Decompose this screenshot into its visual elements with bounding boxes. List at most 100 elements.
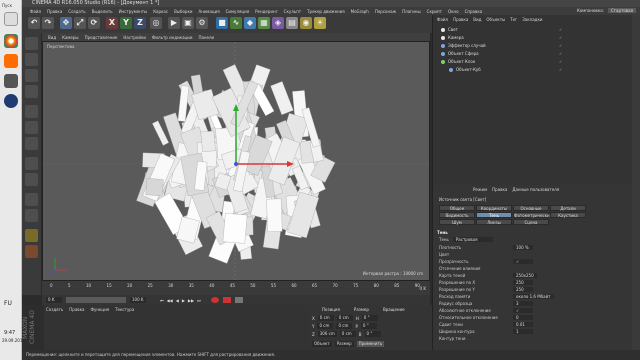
prev-frame-icon[interactable]: ◀ — [176, 298, 179, 303]
axis-x-button[interactable]: X — [106, 17, 118, 29]
array-icon[interactable]: ▦ — [258, 17, 270, 29]
viewport-menu-item[interactable]: Вид — [48, 35, 56, 40]
prev-key-icon[interactable]: ◀◀ — [167, 298, 173, 303]
app-icon-orange[interactable] — [4, 54, 18, 68]
menu-item[interactable]: Плагины — [402, 9, 421, 14]
timeline-ruler[interactable]: 0 5 10 15 20 25 30 35 40 45 50 55 60 65 70 75 80 85 90 0 K — [42, 281, 430, 295]
visibility-check-icon[interactable]: ✓ — [559, 67, 562, 72]
pos-y-field[interactable]: 0 cm — [317, 323, 334, 329]
coord-mode-select[interactable]: Объект — [312, 341, 332, 347]
rot-p-field[interactable]: 0 ° — [360, 323, 377, 329]
clone-plate[interactable] — [266, 198, 283, 233]
language-indicator[interactable]: FU — [4, 300, 12, 307]
render-settings-icon[interactable]: ⚙ — [196, 17, 208, 29]
menu-item[interactable]: Симуляция — [226, 9, 249, 14]
start-frame-field[interactable]: 0 K — [46, 297, 62, 303]
object-menu-item[interactable]: Закладки — [522, 17, 542, 22]
size-x-field[interactable]: 0 cm — [336, 315, 353, 321]
attribute-value[interactable]: 1 — [513, 329, 533, 334]
tweak-mode-icon[interactable] — [25, 173, 38, 186]
attribute-menu-item[interactable]: Данные пользователя — [512, 187, 559, 192]
scene-icon[interactable]: ▤ — [286, 17, 298, 29]
menu-item[interactable]: Анимация — [198, 9, 219, 14]
size-mode-select[interactable]: Размер — [334, 341, 354, 347]
end-frame-field[interactable]: 100 K — [130, 297, 146, 303]
clone-plate[interactable] — [145, 178, 164, 197]
attribute-tab[interactable]: Тень — [476, 212, 512, 218]
object-menu-item[interactable]: Правка — [453, 17, 468, 22]
app-icon-dark[interactable] — [4, 74, 18, 88]
points-mode-icon[interactable] — [25, 105, 38, 118]
attribute-tab[interactable]: Каустика — [550, 212, 586, 218]
object-menu-item[interactable]: Файл — [437, 17, 448, 22]
coordinate-system-icon[interactable]: ◎ — [150, 17, 162, 29]
menu-item[interactable]: Окно — [448, 9, 459, 14]
redo-icon[interactable]: ↷ — [42, 17, 54, 29]
workplane-icon[interactable] — [25, 209, 38, 222]
make-editable-icon[interactable] — [25, 37, 38, 50]
chrome-icon[interactable] — [4, 34, 18, 48]
pos-x-field[interactable]: 0 cm — [317, 315, 334, 321]
menu-item[interactable]: Справка — [465, 9, 483, 14]
attribute-tab[interactable]: Детали — [550, 205, 586, 211]
record-icon[interactable] — [210, 297, 219, 303]
axis-y-button[interactable]: Y — [120, 17, 132, 29]
object-row[interactable]: Эффектор случай ✓ — [441, 43, 562, 48]
material-menu-item[interactable]: Функция — [91, 307, 110, 312]
attribute-value[interactable]: 250 — [513, 280, 533, 285]
rot-b-field[interactable]: 0 ° — [364, 331, 381, 337]
attribute-menu-item[interactable]: Правка — [492, 187, 507, 192]
attribute-tab[interactable]: Сцена — [513, 219, 549, 225]
attribute-value[interactable]: ✓ — [513, 308, 533, 313]
apply-button[interactable]: Применить — [356, 341, 385, 347]
autokey-icon[interactable] — [222, 297, 231, 303]
axis-z-button[interactable]: Z — [134, 17, 146, 29]
menu-item[interactable]: Правка — [47, 9, 62, 14]
viewport-menu-item[interactable]: Представление — [85, 35, 118, 40]
object-menu-item[interactable]: Тег — [510, 17, 517, 22]
clone-plate[interactable] — [270, 81, 294, 116]
next-frame-icon[interactable]: ▶▶ — [188, 298, 194, 303]
attribute-value[interactable]: 0.01 — [513, 322, 533, 327]
undo-icon[interactable]: ↶ — [28, 17, 40, 29]
edges-mode-icon[interactable] — [25, 121, 38, 134]
menu-item[interactable]: Выборки — [174, 9, 192, 14]
pos-z-field[interactable]: 306 cm — [317, 331, 337, 337]
cinema4d-icon[interactable] — [4, 94, 18, 108]
soft-selection-icon[interactable] — [25, 245, 38, 258]
texture-mode-icon[interactable] — [25, 69, 38, 82]
rot-h-field[interactable]: 0 ° — [361, 315, 378, 321]
gizmo-origin[interactable] — [234, 162, 238, 166]
move-icon[interactable]: ✥ — [60, 17, 72, 29]
material-menu-item[interactable]: Создать — [46, 307, 63, 312]
menu-item[interactable]: Рендеринг — [255, 9, 278, 14]
camera-icon[interactable]: ◉ — [300, 17, 312, 29]
keyframe-selection-icon[interactable] — [234, 297, 243, 303]
attribute-value[interactable]: 250x250 — [513, 273, 537, 278]
render-view-icon[interactable]: ▶ — [168, 17, 180, 29]
menu-item[interactable]: MoGraph — [351, 9, 369, 14]
object-row[interactable]: Объект-Куб ✓ — [449, 67, 562, 72]
material-menu-item[interactable]: Правка — [69, 307, 84, 312]
attribute-tab[interactable]: Видимость — [439, 212, 475, 218]
shadow-type-select[interactable]: Растровая — [452, 237, 493, 242]
attribute-tab[interactable]: Шум — [439, 219, 475, 225]
attribute-value[interactable]: около 1.6 Мбайт — [513, 294, 554, 299]
goto-start-icon[interactable]: ⏮ — [160, 298, 164, 303]
deformer-icon[interactable]: ◈ — [272, 17, 284, 29]
clone-plate[interactable] — [222, 213, 248, 244]
object-row[interactable]: Объект Клон ✓ — [441, 59, 562, 64]
snap-icon[interactable] — [25, 193, 38, 206]
visibility-check-icon[interactable]: ✓ — [559, 35, 562, 40]
nurbs-icon[interactable]: ◆ — [244, 17, 256, 29]
search-icon[interactable] — [4, 12, 18, 26]
menu-item[interactable]: Скульпт — [284, 9, 301, 14]
light-icon[interactable]: ☀ — [314, 17, 326, 29]
attribute-tab[interactable]: Фотометрический — [513, 212, 552, 218]
model-mode-icon[interactable] — [25, 53, 38, 66]
object-row[interactable]: Свет ✓ — [441, 27, 562, 32]
object-menu-item[interactable]: Объекты — [486, 17, 505, 22]
attribute-value[interactable]: 3 — [513, 301, 533, 306]
menu-item[interactable]: Каркас — [153, 9, 168, 14]
attribute-value[interactable]: 0 — [513, 315, 533, 320]
